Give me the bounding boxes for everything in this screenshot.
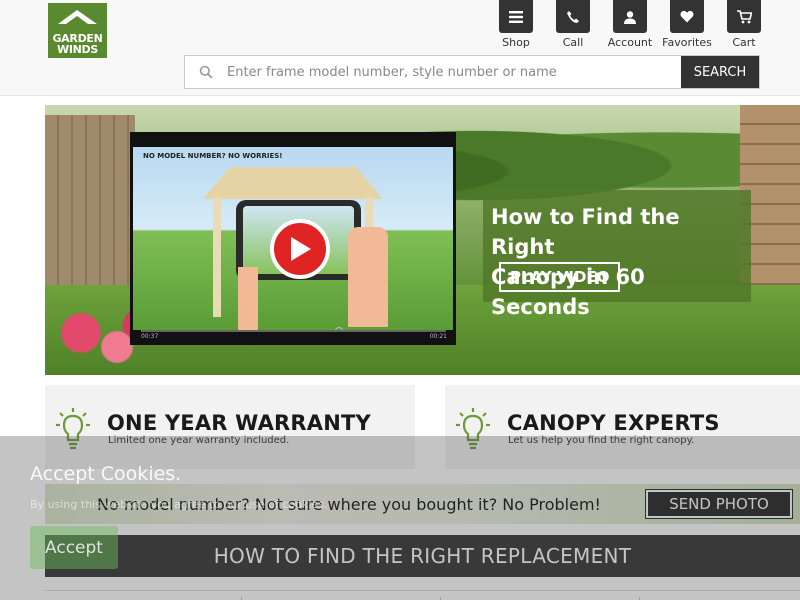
- nav-shop[interactable]: Shop: [490, 0, 542, 49]
- video-time-elapsed: 00:37: [141, 333, 159, 340]
- site-header: GARDEN WINDS Shop Call Account Favorites…: [0, 0, 800, 96]
- nav-account[interactable]: Account: [604, 0, 656, 49]
- video-controls: 00:37 00:21: [133, 330, 453, 342]
- gazebo-logo-icon: [58, 10, 97, 24]
- feature-title: CANOPY EXPERTS: [507, 411, 720, 435]
- phone-icon: [556, 0, 590, 33]
- nav-call-label: Call: [562, 36, 584, 49]
- arm-illustration: [238, 267, 258, 330]
- heart-icon: [670, 0, 704, 33]
- nav-shop-label: Shop: [502, 36, 530, 49]
- nav-favorites[interactable]: Favorites: [661, 0, 713, 49]
- play-icon: [291, 237, 311, 261]
- feature-title: ONE YEAR WARRANTY: [107, 411, 371, 435]
- hero-banner[interactable]: NO MODEL NUMBER? NO WORRIES! 00:37 00:21…: [45, 105, 800, 375]
- hand-illustration: [348, 227, 388, 327]
- nav-cart[interactable]: Cart: [718, 0, 770, 49]
- nav-cart-label: Cart: [732, 36, 756, 49]
- nav-account-label: Account: [607, 36, 653, 49]
- video-player[interactable]: NO MODEL NUMBER? NO WORRIES! 00:37 00:21: [130, 132, 456, 345]
- cookie-banner: Accept Cookies. By using this website yo…: [0, 436, 800, 600]
- search-bar: SEARCH: [184, 55, 760, 89]
- cart-icon: [727, 0, 761, 33]
- video-progress-bar[interactable]: [141, 330, 446, 332]
- play-video-button[interactable]: PLAY VIDEO: [499, 262, 621, 292]
- user-icon: [613, 0, 647, 33]
- search-icon: [185, 56, 227, 88]
- search-input[interactable]: [227, 56, 681, 88]
- cookie-title: Accept Cookies.: [30, 463, 182, 485]
- video-time-total: 00:21: [429, 333, 447, 340]
- nav-call[interactable]: Call: [547, 0, 599, 49]
- logo-text-line2: WINDS: [57, 43, 98, 56]
- nav-favorites-label: Favorites: [662, 36, 712, 49]
- header-nav: Shop Call Account Favorites Cart: [485, 0, 770, 49]
- hero-promo-panel: How to Find the Right Canopy in 60 Secon…: [483, 190, 751, 319]
- video-caption: NO MODEL NUMBER? NO WORRIES!: [143, 152, 283, 160]
- accept-cookies-button[interactable]: Accept: [30, 526, 118, 569]
- play-button[interactable]: [270, 219, 330, 279]
- search-button[interactable]: SEARCH: [681, 56, 759, 88]
- cookie-description: By using this website you agree to our u…: [30, 498, 328, 511]
- hero-headline-line1: How to Find the Right: [491, 205, 680, 259]
- garden-winds-logo[interactable]: GARDEN WINDS: [48, 3, 107, 58]
- video-frame: NO MODEL NUMBER? NO WORRIES!: [133, 147, 453, 330]
- menu-icon: [499, 0, 533, 33]
